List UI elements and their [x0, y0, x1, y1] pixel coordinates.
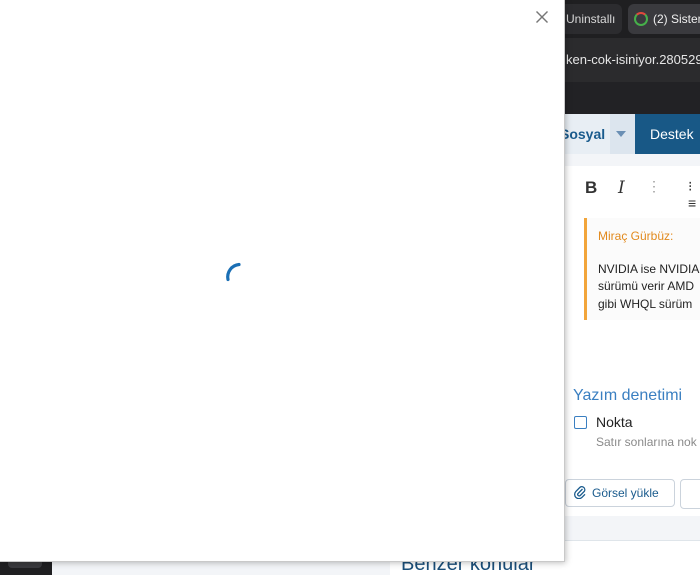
- nokta-checkbox-hint: Satır sonlarına nok: [596, 435, 697, 449]
- italic-button[interactable]: I: [618, 178, 625, 198]
- loading-spinner-icon: [222, 261, 254, 293]
- browser-tab-sistem[interactable]: (2) Sistem: [628, 4, 700, 34]
- bold-button[interactable]: B: [585, 178, 597, 198]
- tab-label: (2) Sistem: [653, 12, 700, 26]
- spellcheck-title: Yazım denetimi: [573, 387, 683, 404]
- caret-down-icon: [616, 131, 626, 137]
- spinner-arc: [226, 262, 241, 282]
- quote-line: NVIDIA ise NVIDIA: [598, 262, 700, 276]
- paperclip-icon: [574, 485, 586, 502]
- upload-image-button[interactable]: Görsel yükle: [565, 479, 675, 507]
- loading-modal: [0, 0, 564, 561]
- attachment-button[interactable]: [680, 479, 700, 509]
- quote-line: sürümü verir AMD: [598, 279, 695, 293]
- left-dark-tab: [8, 560, 42, 568]
- browser-tab-uninstall[interactable]: Uninstallı: [560, 4, 622, 34]
- nokta-checkbox[interactable]: [574, 416, 587, 429]
- url-text: ken-cok-isiniyor.280529: [566, 52, 700, 67]
- list-button[interactable]: ⁝≡: [688, 178, 700, 211]
- upload-image-label: Görsel yükle: [592, 486, 659, 500]
- nav-dropdown-toggle[interactable]: [610, 114, 635, 154]
- site-favicon-icon: [634, 12, 648, 26]
- nokta-checkbox-label: Nokta: [596, 414, 633, 430]
- nav-item-sosyal[interactable]: Sosyal: [560, 114, 610, 154]
- nav-item-destek[interactable]: Destek: [635, 114, 700, 154]
- tab-label: Uninstallı: [566, 12, 616, 26]
- quote-line: gibi WHQL sürüm: [598, 297, 693, 311]
- quote-author: Miraç Gürbüz:: [598, 229, 674, 243]
- more-options-icon[interactable]: ⋮: [647, 178, 661, 195]
- close-icon[interactable]: [532, 7, 552, 27]
